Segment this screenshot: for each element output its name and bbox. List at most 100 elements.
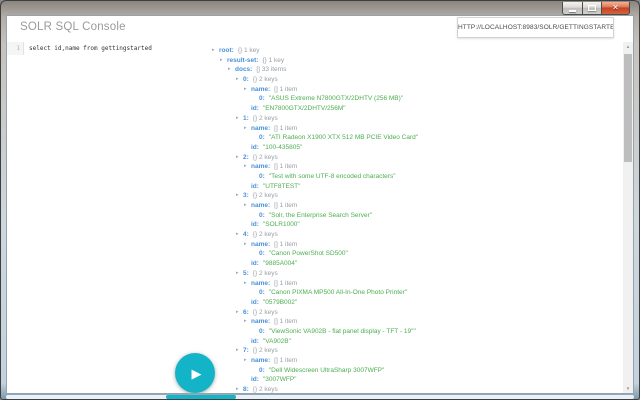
tree-row: id"VA902B" [212,337,619,347]
tree-key: name [251,280,270,287]
tree-key: name [251,163,270,170]
horizontal-scrollbar[interactable] [6,395,634,399]
collapse-arrow-icon[interactable]: ▸ [236,114,243,124]
collapse-arrow-icon[interactable]: ▸ [236,346,243,356]
tree-key: id [251,144,259,151]
tree-key: 0 [259,212,265,219]
tree-value: "EN7800GTX/2DHTV/256M" [263,105,346,112]
tree-key: id [251,376,259,383]
collapse-arrow-icon[interactable]: ▸ [236,385,243,393]
tree-row: 0"ATI Radeon X1900 XTX 512 MB PCIE Video… [212,133,619,143]
tree-meta: [] 1 item [274,241,297,248]
tree-row: id"100-435805" [212,143,619,153]
collapse-arrow-icon[interactable]: ▸ [236,230,243,240]
scroll-down-button[interactable]: ▼ [623,384,633,394]
maximize-button[interactable] [582,2,602,15]
tree-row: ▸name [] 1 item [212,240,619,250]
scroll-up-icon: ▲ [626,44,630,49]
close-button[interactable]: ✕ [601,2,630,15]
tree-row: ▸8{} 2 keys [212,385,619,393]
collapse-arrow-icon[interactable]: ▸ [244,201,251,211]
tree-meta: [] 33 items [256,66,286,73]
tree-value: "9885A004" [263,260,297,267]
tree-value: "Canon PowerShot SD500" [269,250,348,257]
tree-row: ▸root{} 1 key [212,46,619,56]
query-editor[interactable]: 1 select id,name from gettingstarted [7,42,207,56]
collapse-arrow-icon[interactable]: ▸ [220,56,227,66]
tree-meta: [] 1 item [274,357,297,364]
tree-row: ▸6{} 2 keys [212,308,619,318]
scroll-up-button[interactable]: ▲ [623,42,633,52]
tree-meta: {} 2 keys [253,347,278,354]
run-query-button[interactable]: ▶ [175,353,215,393]
tree-row: 0"Canon PowerShot SD500" [212,249,619,259]
tree-key: 0 [259,95,265,102]
tree-key: 4 [243,231,249,238]
collapse-arrow-icon[interactable]: ▸ [236,75,243,85]
minimize-button[interactable] [562,2,583,15]
tree-row: 0"Test with some UTF-8 encoded character… [212,172,619,182]
collapse-arrow-icon[interactable]: ▸ [244,279,251,289]
tree-key: id [251,221,259,228]
tree-key: name [251,318,270,325]
collapse-arrow-icon[interactable]: ▸ [244,240,251,250]
tree-value: "VA902B" [263,338,291,345]
vertical-scrollbar-thumb[interactable] [624,54,632,162]
tree-key: 5 [243,270,249,277]
solr-url-input[interactable] [457,17,614,38]
tree-row: ▸name [] 1 item [212,162,619,172]
window-caption-buttons: ✕ [563,2,630,15]
tree-key: 0 [243,76,249,83]
collapse-arrow-icon[interactable]: ▸ [244,124,251,134]
collapse-arrow-icon[interactable]: ▸ [212,46,219,56]
tree-row: id"3007WFP" [212,375,619,385]
tree-key: name [251,202,270,209]
tree-row: ▸docs[] 33 items [212,65,619,75]
collapse-arrow-icon[interactable]: ▸ [236,191,243,201]
tree-row: 0 "ViewSonic VA902B - flat panel display … [212,327,619,337]
tree-row: ▸7{} 2 keys [212,346,619,356]
tree-value: "Solr, the Enterprise Search Server" [269,212,372,219]
solr-sql-console-window: ✕ SOLR SQL Console 1 select id,name from… [0,0,640,400]
collapse-arrow-icon[interactable]: ▸ [236,269,243,279]
tree-key: 0 [259,367,265,374]
tree-key: name [251,125,270,132]
collapse-arrow-icon[interactable]: ▸ [236,308,243,318]
maximize-icon [588,5,596,11]
collapse-arrow-icon[interactable]: ▸ [244,85,251,95]
tree-value: "Dell Widescreen UltraSharp 3007WFP" [269,367,385,374]
tree-row: 0 "Dell Widescreen UltraSharp 3007WFP" [212,366,619,376]
tree-value: "ASUS Extreme N7800GTX/2DHTV (256 MB)" [269,95,403,102]
tree-row: ▸name[] 1 item [212,85,619,95]
tree-row: ▸name[] 1 item [212,356,619,366]
collapse-arrow-icon[interactable]: ▸ [244,317,251,327]
tree-meta: [] 1 item [274,202,297,209]
tree-row: ▸4{} 2 keys [212,230,619,240]
tree-value: "ViewSonic VA902B - flat panel display -… [269,328,416,335]
tree-meta: {} 1 key [262,57,284,64]
tree-row: ▸name [] 1 item [212,201,619,211]
tree-meta: {} 2 keys [253,192,278,199]
tree-meta: {} 2 keys [253,115,278,122]
tree-row: 0 "ASUS Extreme N7800GTX/2DHTV (256 MB)" [212,94,619,104]
tree-key: id [251,299,259,306]
tree-row: 0 "Solr, the Enterprise Search Server" [212,211,619,221]
tree-row: ▸0{} 2 keys [212,75,619,85]
line-number-gutter: 1 [7,42,24,55]
tree-key: 0 [259,328,265,335]
query-text[interactable]: select id,name from gettingstarted [24,42,152,56]
collapse-arrow-icon[interactable]: ▸ [244,162,251,172]
tree-row: ▸5 {} 2 keys [212,269,619,279]
tree-key: name [251,241,270,248]
tree-meta: [] 1 item [274,163,297,170]
vertical-scrollbar[interactable]: ▲ ▼ [623,42,633,394]
collapse-arrow-icon[interactable]: ▸ [228,65,235,75]
collapse-arrow-icon[interactable]: ▸ [244,356,251,366]
tree-value: "0579B002" [263,299,297,306]
horizontal-scrollbar-thumb[interactable] [166,395,236,399]
collapse-arrow-icon[interactable]: ▸ [236,153,243,163]
tree-key: name [251,86,270,93]
tree-row: ▸name[] 1 item [212,279,619,289]
tree-value: "Canon PIXMA MP500 All-In-One Photo Prin… [269,289,407,296]
tree-meta: {} 2 keys [253,270,278,277]
